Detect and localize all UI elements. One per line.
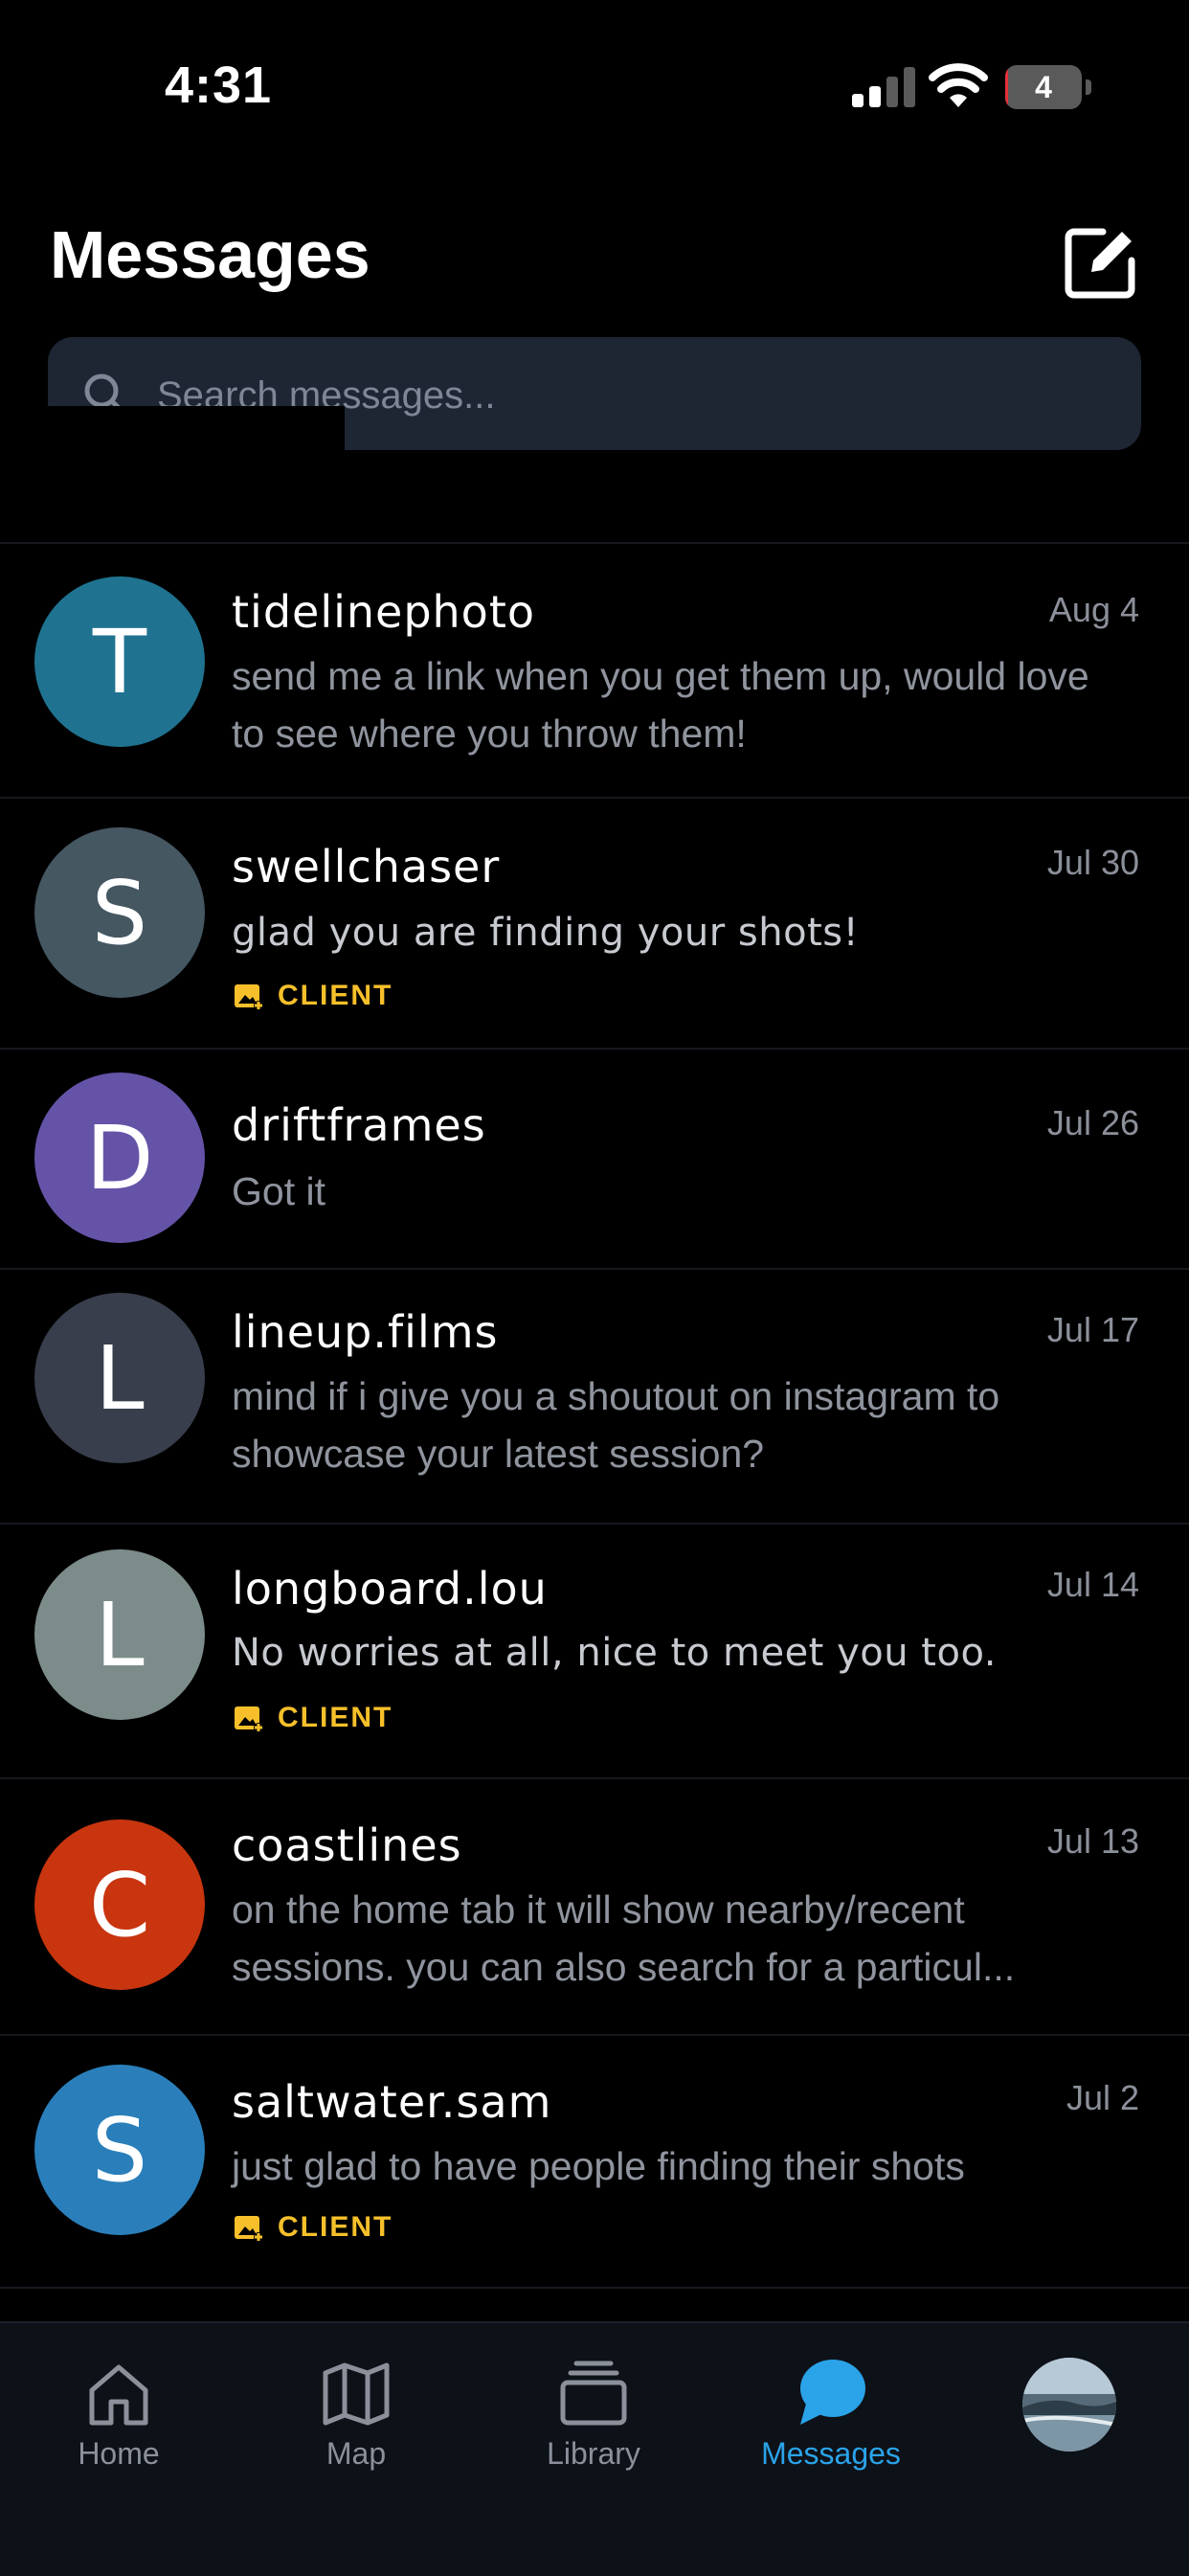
client-badge: CLIENT — [234, 2210, 393, 2245]
conversation-date: Aug 4 — [1048, 590, 1139, 629]
home-icon — [89, 2364, 148, 2426]
cellular-signal-icon — [852, 67, 915, 107]
client-badge: CLIENT — [234, 979, 393, 1013]
conversation-name: swellchaser — [232, 841, 501, 893]
conversation-name: coastlines — [232, 1819, 462, 1871]
conversation-row[interactable]: C coastlines Jul 13 on the home tab it w… — [0, 1779, 1189, 2036]
conversation-date: Jul 30 — [1046, 843, 1139, 882]
chat-bubble-icon — [800, 2360, 865, 2425]
client-label: CLIENT — [278, 980, 393, 1011]
tab-messages[interactable]: Messages — [712, 2323, 950, 2515]
conversation-row[interactable]: L longboard.lou Jul 14 No worries at all… — [0, 1525, 1189, 1779]
avatar: L — [34, 1293, 205, 1463]
battery-icon: 4 — [1005, 65, 1091, 109]
client-photo-icon — [235, 984, 263, 1010]
battery-level: 4 — [1035, 70, 1052, 104]
conversation-name: driftframes — [232, 1099, 486, 1151]
conversation-preview: on the home tab it will show nearby/rece… — [232, 1887, 1016, 1989]
avatar: C — [34, 1819, 205, 1990]
tab-label: Map — [325, 2436, 387, 2471]
conversation-list: T tidelinephoto Aug 4 send me a link whe… — [0, 544, 1189, 2289]
conversation-date: Jul 13 — [1046, 1821, 1139, 1861]
conversation-preview: No worries at all, nice to meet you too. — [232, 1631, 997, 1675]
client-badge: CLIENT — [234, 1701, 393, 1735]
tab-library[interactable]: Library — [475, 2323, 712, 2515]
conversation-row[interactable]: D driftframes Jul 26 Got it — [0, 1050, 1189, 1270]
search-bar[interactable] — [48, 337, 1141, 450]
conversation-date: Jul 17 — [1046, 1310, 1139, 1349]
tab-map[interactable]: Map — [237, 2323, 475, 2515]
tab-bar: Home Map Library Messages — [0, 2321, 1189, 2576]
tab-label: Messages — [761, 2436, 901, 2471]
client-photo-icon — [235, 2216, 263, 2242]
conversation-preview: mind if i give you a shoutout on instagr… — [232, 1374, 1000, 1476]
client-label: CLIENT — [278, 1702, 393, 1733]
conversation-preview: Got it — [232, 1169, 325, 1213]
conversation-name: tidelinephoto — [232, 586, 536, 638]
conversation-preview: send me a link when you get them up, wou… — [232, 654, 1089, 756]
conversation-name: longboard.lou — [232, 1563, 548, 1615]
conversation-date: Jul 14 — [1046, 1565, 1139, 1604]
tab-label: Library — [547, 2436, 640, 2471]
conversation-name: lineup.films — [232, 1306, 499, 1358]
wifi-icon — [929, 63, 988, 107]
status-time: 4:31 — [165, 56, 273, 114]
profile-avatar[interactable] — [1022, 2358, 1116, 2452]
conversation-row[interactable]: S saltwater.sam Jul 2 just glad to have … — [0, 2036, 1189, 2289]
avatar: T — [34, 576, 205, 747]
avatar: L — [34, 1549, 205, 1720]
conversation-row[interactable]: T tidelinephoto Aug 4 send me a link whe… — [0, 544, 1189, 799]
status-bar: 4:31 4 — [0, 0, 1189, 144]
conversation-row[interactable]: L lineup.films Jul 17 mind if i give you… — [0, 1270, 1189, 1525]
avatar: S — [34, 2065, 205, 2235]
conversation-preview: just glad to have people finding their s… — [232, 2144, 965, 2188]
client-photo-icon — [235, 1706, 263, 1732]
conversation-name: saltwater.sam — [232, 2076, 552, 2128]
client-label: CLIENT — [278, 2211, 393, 2243]
avatar: S — [34, 827, 205, 998]
tab-label: Home — [78, 2436, 160, 2471]
tab-home[interactable]: Home — [0, 2323, 237, 2515]
conversation-date: Jul 2 — [1066, 2078, 1139, 2117]
conversation-row[interactable]: S swellchaser Jul 30 glad you are findin… — [0, 799, 1189, 1050]
avatar: D — [34, 1073, 205, 1243]
page-title: Messages — [50, 217, 370, 292]
profile-photo — [1022, 2358, 1116, 2452]
search-overlay — [48, 406, 345, 450]
map-icon — [323, 2362, 390, 2426]
compose-icon[interactable] — [1065, 226, 1137, 299]
conversation-date: Jul 26 — [1046, 1103, 1139, 1142]
library-icon — [560, 2361, 627, 2426]
conversation-preview: glad you are finding your shots! — [232, 911, 860, 955]
